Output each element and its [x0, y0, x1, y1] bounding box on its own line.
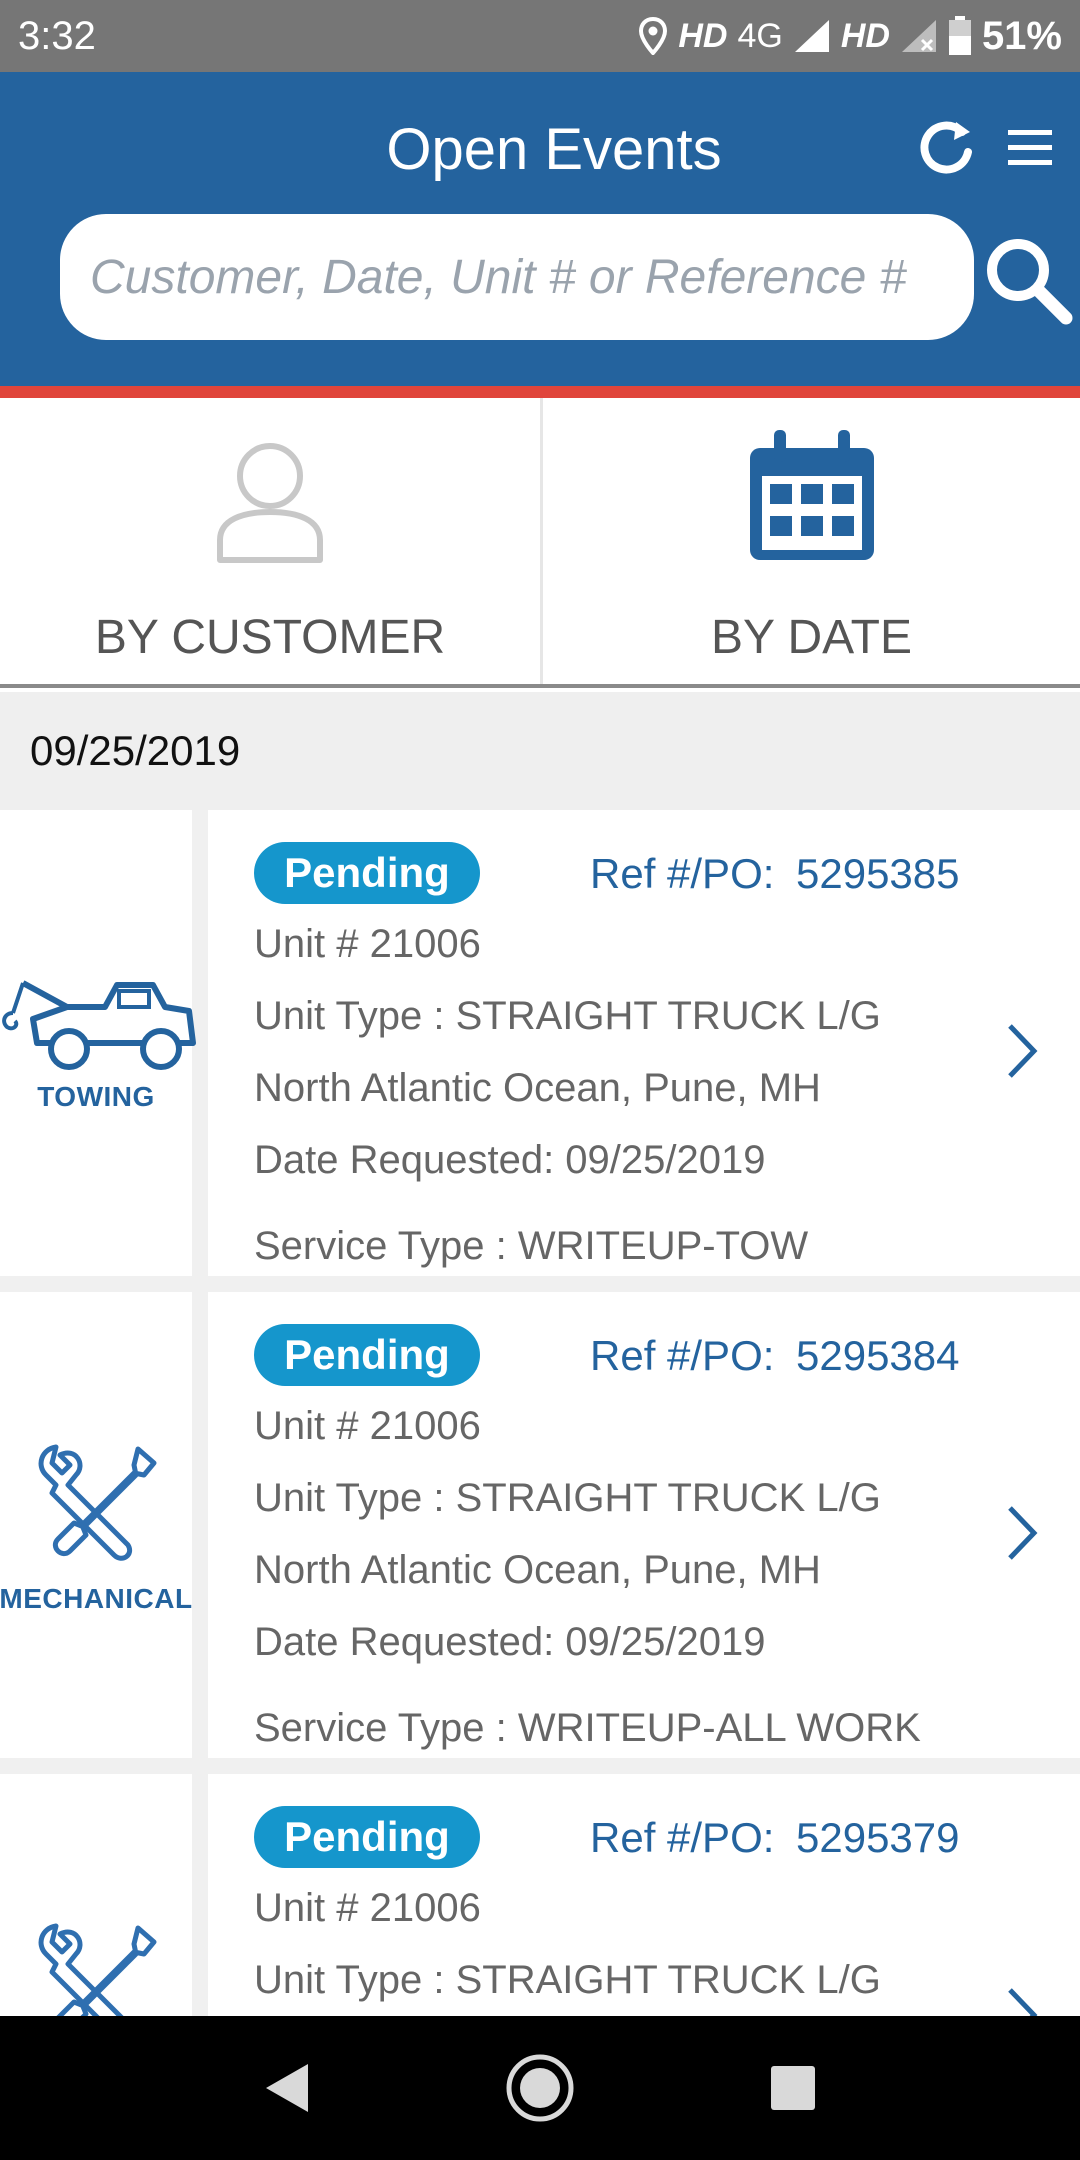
tab-by-date-label: BY DATE	[711, 611, 912, 664]
status-bar: 3:32 HD 4G HD 51%	[0, 0, 1080, 72]
nav-home-button[interactable]	[495, 2043, 585, 2133]
event-category-label: MECHANICAL	[0, 1583, 193, 1614]
unit-type: Unit Type : STRAIGHT TRUCK L/G	[254, 994, 881, 1038]
signal-no-service-icon	[901, 20, 936, 52]
event-details: Pending Ref #/PO: 5295385 Unit # 21006 U…	[208, 810, 1080, 1276]
event-list: TOWING Pending Ref #/PO: 5295385 Unit # …	[0, 810, 1080, 2016]
search-input[interactable]	[60, 214, 974, 340]
unit-number: Unit # 21006	[254, 1404, 481, 1448]
tab-by-customer[interactable]: BY CUSTOMER	[0, 398, 540, 684]
battery-icon	[948, 16, 971, 55]
tab-by-customer-label: BY CUSTOMER	[94, 611, 446, 664]
screen: 3:32 HD 4G HD 51% Open Events Customer, …	[0, 0, 1080, 2160]
back-triangle-icon	[265, 2064, 308, 2112]
event-category-cell: MECHANICAL	[0, 1292, 208, 1758]
event-category-label: TOWING	[37, 1081, 155, 1112]
ref-value: 5295385	[796, 850, 960, 897]
open-event-button[interactable]	[998, 1980, 1046, 2016]
ref-value: 5295379	[796, 1814, 960, 1861]
service-type: Service Type : WRITEUP-ALL WORK	[254, 1706, 921, 1750]
network-4g-label: 4G	[737, 16, 783, 55]
hamburger-menu-icon	[1008, 130, 1052, 165]
tab-by-date[interactable]: BY DATE	[540, 398, 1080, 684]
event-card[interactable]: MECHANICAL Pending Ref #/PO: 5295384 Uni…	[0, 1292, 1080, 1758]
ref-label: Ref #/PO:	[590, 1814, 775, 1861]
chevron-right-icon	[1008, 1024, 1038, 1078]
tow-truck-icon	[2, 980, 196, 1070]
status-icons: HD 4G HD 51%	[638, 14, 1062, 59]
event-details: Pending Ref #/PO: 5295384 Unit # 21006 U…	[208, 1292, 1080, 1758]
event-details: Pending Ref #/PO: 5295379 Unit # 21006 U…	[208, 1774, 1080, 2016]
ref-value: 5295384	[796, 1332, 960, 1379]
event-card[interactable]: TOWING Pending Ref #/PO: 5295385 Unit # …	[0, 810, 1080, 1276]
event-category-cell: TOWING	[0, 810, 208, 1276]
nav-recents-button[interactable]	[748, 2043, 838, 2133]
menu-button[interactable]	[1002, 120, 1058, 176]
open-event-button[interactable]	[998, 1016, 1046, 1086]
wrench-screwdriver-icon	[38, 1444, 157, 1561]
ref-label: Ref #/PO:	[590, 850, 775, 897]
refresh-icon	[920, 121, 972, 174]
signal-icon	[794, 20, 829, 52]
location: North Atlantic Ocean, Pune, MH	[254, 1066, 821, 1110]
service-type: Service Type : WRITEUP-TOW	[254, 1224, 809, 1268]
unit-number: Unit # 21006	[254, 922, 481, 966]
chevron-right-icon	[1008, 1988, 1038, 2016]
calendar-icon	[749, 430, 874, 560]
event-category-cell	[0, 1774, 208, 2016]
location: North Atlantic Ocean, Pune, MH	[254, 1548, 821, 1592]
person-icon	[217, 443, 323, 563]
unit-number: Unit # 21006	[254, 1886, 481, 1930]
date-group-header: 09/25/2019	[0, 692, 1080, 810]
network-hd-label: HD	[678, 16, 728, 55]
refresh-button[interactable]	[916, 118, 976, 178]
location-icon	[639, 17, 668, 55]
system-nav-bar	[0, 2016, 1080, 2160]
date-requested: Date Requested: 09/25/2019	[254, 1620, 766, 1664]
search-icon	[987, 239, 1073, 325]
app-header: Open Events	[0, 72, 1080, 386]
nav-back-button[interactable]	[242, 2043, 332, 2133]
status-badge: Pending	[254, 1806, 480, 1868]
event-card[interactable]: Pending Ref #/PO: 5295379 Unit # 21006 U…	[0, 1774, 1080, 2016]
open-event-button[interactable]	[998, 1498, 1046, 1568]
date-group-label: 09/25/2019	[30, 727, 241, 774]
wrench-screwdriver-icon	[38, 1923, 157, 2016]
status-badge: Pending	[254, 1324, 480, 1386]
header-accent-stripe	[0, 386, 1080, 398]
unit-type: Unit Type : STRAIGHT TRUCK L/G	[254, 1476, 881, 1520]
chevron-right-icon	[1008, 1506, 1038, 1560]
filter-tabs: BY CUSTOMER BY DATE	[0, 398, 1080, 688]
search-button[interactable]	[980, 232, 1074, 326]
search-field	[60, 214, 974, 340]
date-requested: Date Requested: 09/25/2019	[254, 1138, 766, 1182]
ref-label: Ref #/PO:	[590, 1332, 775, 1379]
recents-square-icon	[771, 2066, 816, 2110]
status-time: 3:32	[18, 13, 96, 58]
status-badge: Pending	[254, 842, 480, 904]
battery-percent: 51%	[981, 13, 1062, 58]
home-circle-icon	[506, 2054, 574, 2122]
network-hd2-label: HD	[840, 16, 890, 55]
unit-type: Unit Type : STRAIGHT TRUCK L/G	[254, 1958, 881, 2002]
